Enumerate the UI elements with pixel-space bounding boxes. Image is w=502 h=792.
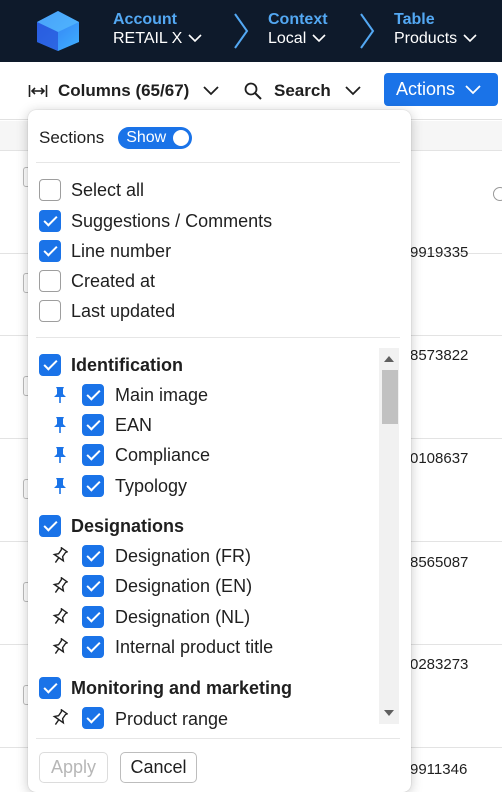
option-line-number[interactable]: Line number — [71, 240, 171, 262]
column-compliance[interactable]: Compliance — [115, 444, 210, 466]
chevron-down-icon — [188, 34, 202, 43]
checkbox-ean[interactable] — [82, 414, 104, 436]
checkbox-last-updated[interactable] — [39, 300, 61, 322]
pin-outline-icon[interactable] — [52, 638, 68, 656]
chevron-down-icon — [463, 34, 477, 43]
search-button[interactable]: Search — [244, 78, 361, 104]
pin-filled-icon[interactable] — [52, 386, 68, 404]
checkbox-designation-fr[interactable] — [82, 545, 104, 567]
cancel-button[interactable]: Cancel — [120, 752, 197, 783]
group-monitoring-marketing[interactable]: Monitoring and marketing — [71, 677, 292, 699]
pin-filled-icon[interactable] — [52, 477, 68, 495]
sections-label: Sections — [39, 128, 105, 147]
column-typology[interactable]: Typology — [115, 475, 187, 497]
chevron-down-icon — [465, 84, 481, 94]
row-ean-value: 8573822 — [410, 347, 469, 364]
checkbox-select-all[interactable] — [39, 179, 61, 201]
divider — [36, 738, 400, 739]
option-suggestions-comments[interactable]: Suggestions / Comments — [71, 210, 272, 232]
column-ean[interactable]: EAN — [115, 414, 152, 436]
columns-panel: Sections Show Select all Suggestions / C… — [28, 110, 411, 792]
columns-button[interactable]: Columns (65/67) — [28, 78, 219, 104]
apply-button[interactable]: Apply — [39, 752, 108, 783]
row-ean-value: 8565087 — [410, 554, 469, 571]
search-label: Search — [274, 81, 331, 100]
pin-outline-icon[interactable] — [52, 547, 68, 565]
chevron-down-icon — [203, 86, 219, 96]
row-ean-value: 0108637 — [410, 450, 469, 467]
columns-label: Columns (65/67) — [58, 81, 190, 100]
option-created-at[interactable]: Created at — [71, 270, 155, 292]
pin-filled-icon[interactable] — [52, 446, 68, 464]
row-ean-value: 9919335 — [410, 244, 469, 261]
checkbox-designation-en[interactable] — [82, 575, 104, 597]
checkbox-group-designations[interactable] — [39, 515, 61, 537]
list-clip: Product range — [28, 706, 379, 730]
divider — [36, 162, 400, 163]
column-width-icon — [28, 85, 48, 97]
checkbox-suggestions-comments[interactable] — [39, 210, 61, 232]
checkbox-product-range[interactable] — [82, 707, 104, 729]
breadcrumb-table-key: Table — [394, 11, 435, 28]
checkbox-group-monitoring-marketing[interactable] — [39, 677, 61, 699]
sections-toggle-label: Show — [126, 129, 167, 146]
column-main-image[interactable]: Main image — [115, 384, 208, 406]
checkbox-main-image[interactable] — [82, 384, 104, 406]
toggle-knob — [173, 130, 190, 146]
checkbox-designation-nl[interactable] — [82, 606, 104, 628]
divider — [36, 337, 400, 338]
search-icon — [244, 82, 262, 100]
chevron-down-icon — [312, 34, 326, 43]
group-designations[interactable]: Designations — [71, 515, 184, 537]
row-ean-value: 0283273 — [410, 656, 469, 673]
actions-button[interactable]: Actions — [384, 73, 498, 106]
option-last-updated[interactable]: Last updated — [71, 300, 175, 322]
columns-list-scrollbar[interactable] — [379, 348, 399, 724]
scroll-down-arrow-icon[interactable] — [384, 710, 394, 716]
row-ean-value: 9911346 — [410, 761, 468, 778]
checkbox-internal-product-title[interactable] — [82, 636, 104, 658]
sections-row: Sections Show — [39, 127, 193, 149]
breadcrumb-account-key: Account — [113, 11, 177, 28]
breadcrumb-context-key: Context — [268, 11, 328, 28]
breadcrumb-account-value: RETAIL X — [113, 30, 183, 47]
pin-outline-icon[interactable] — [52, 577, 68, 595]
breadcrumb-table-value: Products — [394, 30, 458, 47]
pin-outline-icon[interactable] — [52, 709, 68, 727]
pin-outline-icon[interactable] — [52, 608, 68, 626]
group-identification[interactable]: Identification — [71, 354, 183, 376]
breadcrumb-context[interactable]: Context Local — [268, 10, 328, 48]
scroll-up-arrow-icon[interactable] — [384, 356, 394, 362]
actions-label: Actions — [396, 79, 456, 99]
checkbox-created-at[interactable] — [39, 270, 61, 292]
chevron-down-icon — [345, 86, 361, 96]
breadcrumb-table[interactable]: Table Products — [394, 10, 477, 48]
column-product-range[interactable]: Product range — [115, 708, 228, 730]
breadcrumb-context-value: Local — [268, 30, 307, 47]
app-logo[interactable] — [34, 10, 82, 52]
checkbox-group-identification[interactable] — [39, 354, 61, 376]
breadcrumb-separator-icon — [234, 13, 249, 49]
column-designation-fr[interactable]: Designation (FR) — [115, 545, 251, 567]
breadcrumb-separator-icon — [360, 13, 375, 49]
column-designation-nl[interactable]: Designation (NL) — [115, 606, 250, 628]
pin-filled-icon[interactable] — [52, 416, 68, 434]
scrollbar-thumb[interactable] — [382, 370, 398, 424]
checkbox-typology[interactable] — [82, 475, 104, 497]
column-designation-en[interactable]: Designation (EN) — [115, 575, 252, 597]
top-navigation-bar: Account RETAIL X Context Local Table Pro… — [0, 0, 502, 62]
checkbox-compliance[interactable] — [82, 444, 104, 466]
column-internal-product-title[interactable]: Internal product title — [115, 636, 273, 658]
option-select-all[interactable]: Select all — [71, 179, 144, 201]
checkbox-line-number[interactable] — [39, 240, 61, 262]
sections-toggle[interactable]: Show — [118, 127, 193, 149]
breadcrumb-account[interactable]: Account RETAIL X — [113, 10, 202, 48]
